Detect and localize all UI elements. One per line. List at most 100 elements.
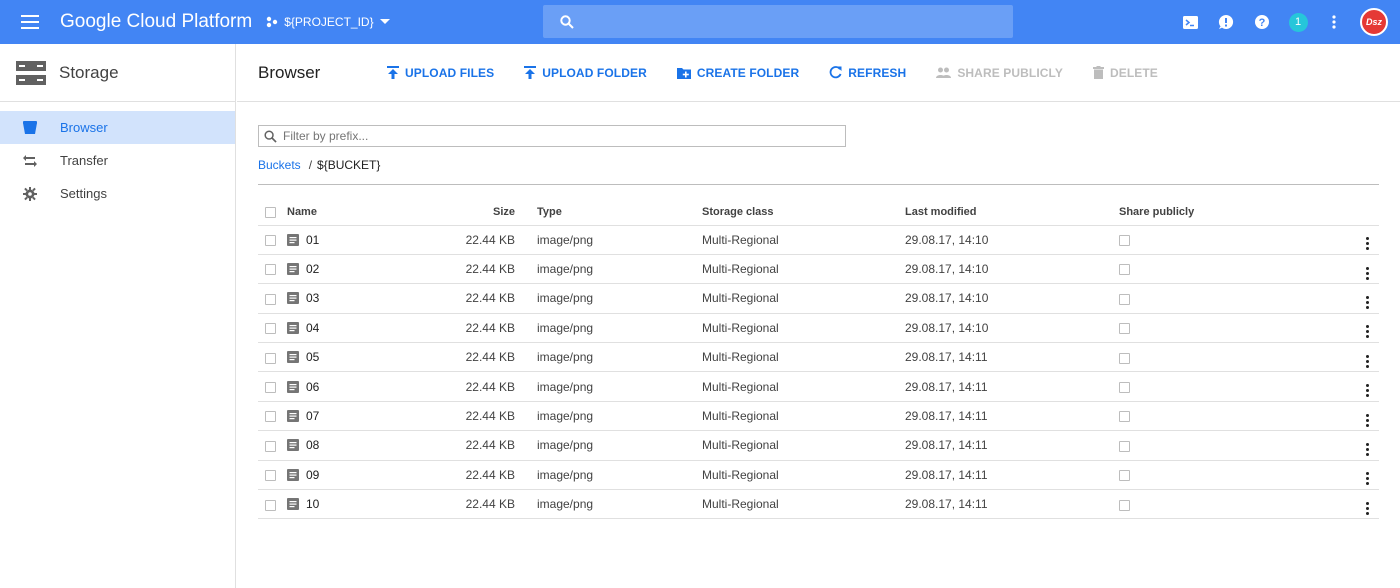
share-publicly-checkbox[interactable]: [1119, 293, 1130, 305]
row-checkbox[interactable]: [265, 470, 276, 482]
file-name[interactable]: 05: [306, 350, 319, 364]
column-header-name[interactable]: Name: [287, 200, 407, 226]
feedback-icon[interactable]: [1208, 0, 1244, 44]
delete-button[interactable]: DELETE: [1092, 66, 1158, 80]
file-type: image/png: [537, 225, 702, 255]
upload-files-button[interactable]: UPLOAD FILES: [387, 66, 494, 80]
share-publicly-checkbox[interactable]: [1119, 381, 1130, 393]
share-publicly-checkbox[interactable]: [1119, 235, 1130, 247]
filter-box[interactable]: [258, 125, 846, 147]
table-row[interactable]: 04 22.44 KB image/png Multi-Regional 29.…: [258, 313, 1379, 344]
row-more-menu-icon[interactable]: [1359, 295, 1375, 309]
create-folder-label: CREATE FOLDER: [696, 65, 800, 80]
file-name[interactable]: 09: [306, 468, 319, 482]
avatar[interactable]: Dsz: [1360, 8, 1388, 36]
upload-folder-button[interactable]: UPLOAD FOLDER: [524, 66, 647, 80]
column-header-last-modified[interactable]: Last modified: [905, 200, 1119, 226]
table-row[interactable]: 07 22.44 KB image/png Multi-Regional 29.…: [258, 401, 1379, 432]
file-icon: [287, 233, 299, 246]
row-checkbox[interactable]: [265, 381, 276, 393]
storage-class: Multi-Regional: [702, 342, 905, 373]
file-name[interactable]: 03: [306, 291, 319, 305]
share-publicly-checkbox[interactable]: [1119, 264, 1130, 276]
share-publicly-checkbox[interactable]: [1119, 499, 1130, 511]
row-checkbox[interactable]: [265, 411, 276, 423]
row-checkbox[interactable]: [265, 440, 276, 452]
table-row[interactable]: 02 22.44 KB image/png Multi-Regional 29.…: [258, 254, 1379, 285]
create-folder-button[interactable]: CREATE FOLDER: [676, 65, 800, 80]
avatar-logo-text: Dsz: [1365, 17, 1382, 27]
table-header-row: Name Size Type Storage class Last modifi…: [258, 200, 1379, 226]
last-modified: 29.08.17, 14:11: [905, 342, 1119, 373]
row-more-menu-icon[interactable]: [1359, 442, 1375, 456]
row-checkbox[interactable]: [265, 352, 276, 364]
file-size: 22.44 KB: [407, 254, 537, 285]
more-vert-icon[interactable]: [1316, 0, 1352, 44]
row-more-menu-icon[interactable]: [1359, 354, 1375, 368]
file-type: image/png: [537, 460, 702, 491]
table-row[interactable]: 09 22.44 KB image/png Multi-Regional 29.…: [258, 460, 1379, 491]
file-name[interactable]: 01: [306, 233, 319, 247]
share-publicly-checkbox[interactable]: [1119, 352, 1130, 364]
search-input[interactable]: [584, 13, 1004, 30]
row-more-menu-icon[interactable]: [1359, 472, 1375, 486]
notifications-icon[interactable]: 1: [1280, 0, 1316, 44]
storage-icon: [16, 60, 46, 85]
row-checkbox[interactable]: [265, 499, 276, 511]
select-all-checkbox[interactable]: [265, 206, 276, 218]
storage-class: Multi-Regional: [702, 489, 905, 520]
share-publicly-checkbox[interactable]: [1119, 323, 1130, 335]
storage-class: Multi-Regional: [702, 313, 905, 344]
column-header-type[interactable]: Type: [537, 200, 702, 226]
sidebar-item-settings[interactable]: Settings: [0, 177, 235, 210]
file-name[interactable]: 06: [306, 380, 319, 394]
row-checkbox[interactable]: [265, 293, 276, 305]
table-row[interactable]: 01 22.44 KB image/png Multi-Regional 29.…: [258, 225, 1379, 255]
upload-files-label: UPLOAD FILES: [405, 65, 495, 80]
file-icon: [287, 321, 299, 334]
project-selector[interactable]: ${PROJECT_ID}: [266, 15, 390, 29]
sidebar-item-transfer[interactable]: Transfer: [0, 144, 235, 177]
row-more-menu-icon[interactable]: [1359, 501, 1375, 515]
column-header-share-publicly[interactable]: Share publicly: [1119, 200, 1339, 226]
sidebar-item-browser[interactable]: Browser: [0, 111, 235, 144]
table-row[interactable]: 03 22.44 KB image/png Multi-Regional 29.…: [258, 283, 1379, 314]
row-checkbox[interactable]: [265, 235, 276, 247]
bucket-icon: [23, 121, 37, 134]
file-name[interactable]: 07: [306, 409, 319, 423]
breadcrumb-buckets-link[interactable]: Buckets: [258, 158, 301, 172]
column-header-size[interactable]: Size: [407, 200, 537, 226]
help-icon[interactable]: ?: [1244, 0, 1280, 44]
file-name[interactable]: 02: [306, 262, 319, 276]
filter-input[interactable]: [283, 129, 843, 143]
table-row[interactable]: 10 22.44 KB image/png Multi-Regional 29.…: [258, 489, 1379, 520]
row-checkbox[interactable]: [265, 323, 276, 335]
refresh-button[interactable]: REFRESH: [829, 66, 906, 80]
brand-title[interactable]: Google Cloud Platform: [60, 11, 252, 33]
share-publicly-checkbox[interactable]: [1119, 440, 1130, 452]
table-row[interactable]: 06 22.44 KB image/png Multi-Regional 29.…: [258, 371, 1379, 402]
file-name[interactable]: 04: [306, 321, 319, 335]
file-name[interactable]: 08: [306, 438, 319, 452]
main-content: Browser UPLOAD FILES UPLOAD FOLDER CREAT…: [237, 44, 1400, 588]
table-row[interactable]: 05 22.44 KB image/png Multi-Regional 29.…: [258, 342, 1379, 373]
share-publicly-label: SHARE PUBLICLY: [957, 65, 1063, 80]
share-publicly-checkbox[interactable]: [1119, 411, 1130, 423]
row-more-menu-icon[interactable]: [1359, 325, 1375, 339]
file-icon: [287, 439, 299, 452]
row-checkbox[interactable]: [265, 264, 276, 276]
row-more-menu-icon[interactable]: [1359, 266, 1375, 280]
share-publicly-button[interactable]: SHARE PUBLICLY: [936, 66, 1063, 80]
cloud-shell-icon[interactable]: [1172, 0, 1208, 44]
share-publicly-checkbox[interactable]: [1119, 470, 1130, 482]
hamburger-menu-icon[interactable]: [0, 0, 60, 44]
search-bar[interactable]: [543, 5, 1013, 38]
row-more-menu-icon[interactable]: [1359, 237, 1375, 251]
sidebar-item-label: Settings: [60, 186, 107, 201]
breadcrumb-current: ${BUCKET}: [317, 158, 381, 172]
column-header-storage-class[interactable]: Storage class: [702, 200, 905, 226]
file-name[interactable]: 10: [306, 497, 319, 511]
table-row[interactable]: 08 22.44 KB image/png Multi-Regional 29.…: [258, 430, 1379, 461]
row-more-menu-icon[interactable]: [1359, 413, 1375, 427]
row-more-menu-icon[interactable]: [1359, 384, 1375, 398]
